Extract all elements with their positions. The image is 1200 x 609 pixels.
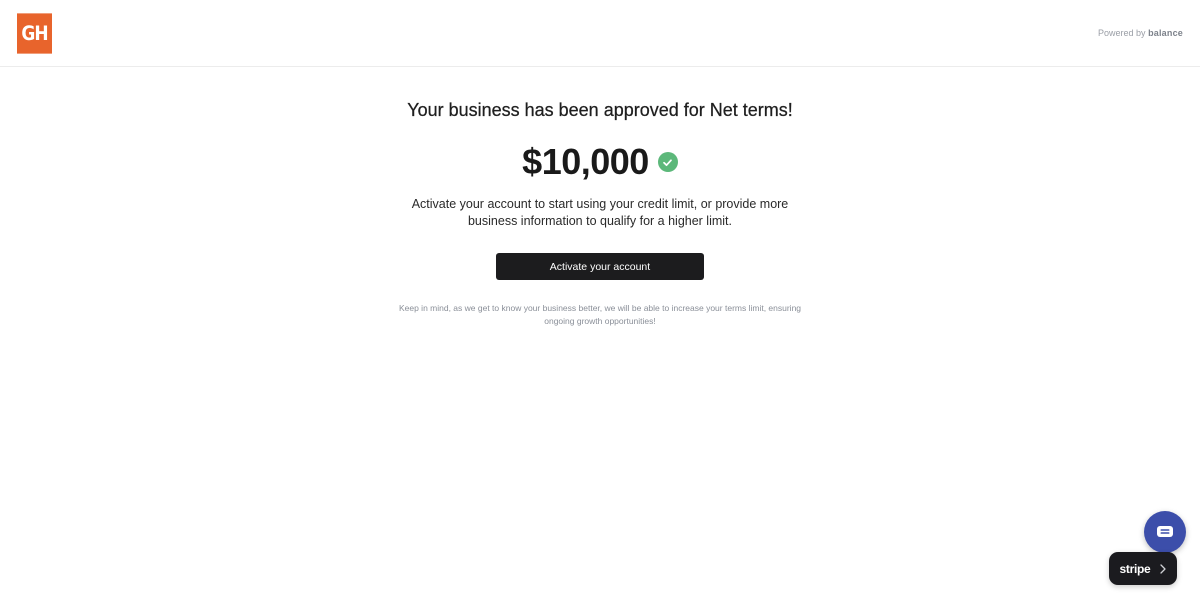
- powered-by: Powered by balance: [1098, 28, 1183, 38]
- approval-description: Activate your account to start using you…: [411, 197, 789, 228]
- activate-account-button[interactable]: Activate your account: [496, 253, 704, 280]
- amount-row: $10,000: [0, 141, 1200, 183]
- logo[interactable]: GH: [17, 13, 52, 54]
- check-circle-icon: [657, 152, 678, 172]
- page-title: Your business has been approved for Net …: [407, 100, 793, 120]
- stripe-badge[interactable]: stripe: [1109, 552, 1177, 585]
- limit-note: Keep in mind, as we get to know your bus…: [398, 303, 802, 326]
- checkmark-icon: [663, 158, 673, 166]
- chevron-right-icon: [1160, 563, 1167, 574]
- chat-bubble-icon: [1157, 526, 1173, 537]
- header: GH Powered by balance: [0, 0, 1200, 67]
- credit-amount: $10,000: [522, 141, 649, 182]
- stripe-logo-text: stripe: [1119, 561, 1151, 576]
- chat-button[interactable]: [1144, 511, 1186, 553]
- powered-by-brand[interactable]: balance: [1148, 28, 1183, 38]
- powered-by-prefix: Powered by: [1098, 28, 1146, 38]
- approval-panel: Your business has been approved for Net …: [0, 67, 1200, 328]
- page: GH Powered by balance Your business has …: [0, 0, 1200, 609]
